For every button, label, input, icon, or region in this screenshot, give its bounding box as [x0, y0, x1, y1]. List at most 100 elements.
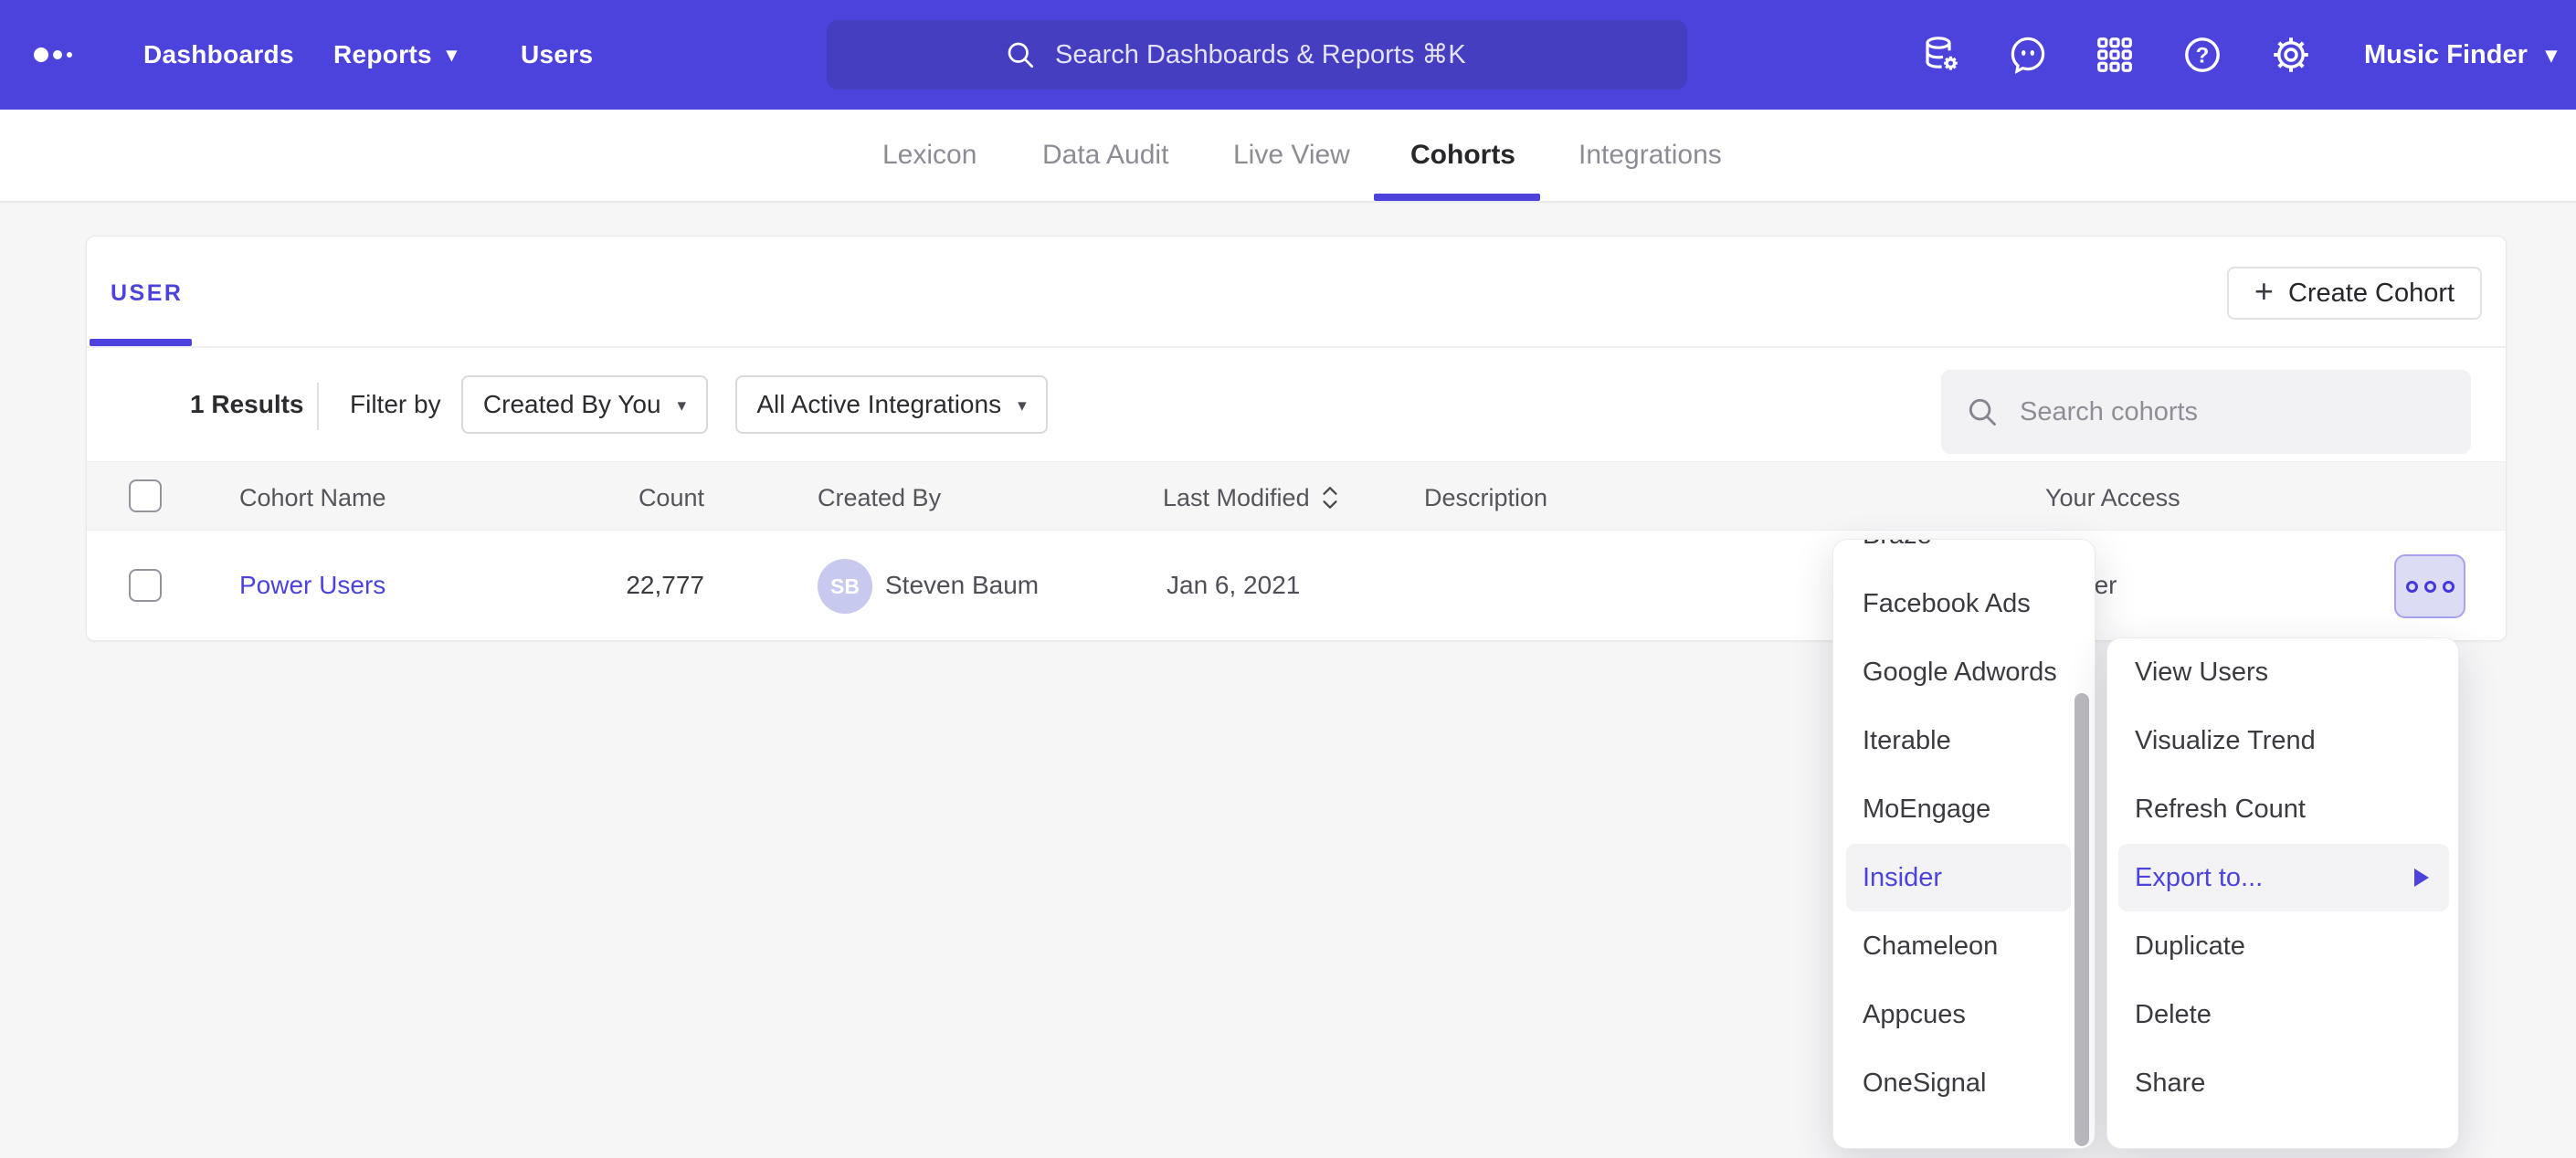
- search-icon: [1004, 38, 1037, 71]
- tab-label: Live View: [1233, 140, 1350, 171]
- logo-dot-icon: [67, 52, 72, 58]
- tab-user-cohorts[interactable]: USER: [111, 280, 183, 307]
- submenu-scrollbar[interactable]: [2075, 693, 2089, 1146]
- menu-item-visualize-trend[interactable]: Visualize Trend: [2118, 707, 2449, 774]
- submenu-item-chameleon[interactable]: Chameleon: [1846, 912, 2071, 980]
- feedback-button[interactable]: [1999, 0, 2057, 110]
- nav-link-label: Reports: [333, 40, 432, 69]
- col-created-by: Created By: [818, 484, 941, 512]
- menu-item-view-users[interactable]: View Users: [2118, 638, 2449, 706]
- chevron-down-icon: ▾: [447, 43, 457, 67]
- submenu-item-braze[interactable]: Braze: [1846, 539, 2071, 569]
- cohorts-card: USER + Create Cohort 1 Results Filter by…: [86, 236, 2507, 641]
- apps-grid-button[interactable]: [2085, 0, 2144, 110]
- integrations-filter-label: All Active Integrations: [756, 390, 1001, 419]
- created-by-filter-label: Created By You: [483, 390, 661, 419]
- tab-cohorts[interactable]: Cohorts: [1410, 110, 1515, 201]
- submenu-item-insider[interactable]: Insider: [1846, 844, 2071, 911]
- tab-label: Cohorts: [1410, 140, 1515, 171]
- cohort-search-input[interactable]: [2018, 396, 2471, 428]
- divider: [317, 383, 319, 430]
- tab-integrations[interactable]: Integrations: [1578, 110, 1722, 201]
- sort-icon[interactable]: [1320, 484, 1340, 511]
- tab-label: Integrations: [1578, 140, 1722, 171]
- last-modified-value: Jan 6, 2021: [1167, 571, 1300, 600]
- nav-link-dashboards[interactable]: Dashboards: [143, 0, 294, 110]
- col-count: Count: [598, 484, 704, 512]
- user-tab-underline: [90, 339, 192, 346]
- ellipsis-icon: [2406, 581, 2418, 593]
- top-nav: Dashboards Reports ▾ Users: [0, 0, 2576, 110]
- menu-item-delete[interactable]: Delete: [2118, 981, 2449, 1048]
- filter-by-label: Filter by: [350, 390, 441, 419]
- help-icon: ?: [2180, 33, 2224, 77]
- menu-item-label: Export to...: [2135, 863, 2263, 893]
- chevron-down-icon: ▾: [2546, 42, 2557, 68]
- tab-label: Data Audit: [1042, 140, 1168, 171]
- submenu-item-appcues[interactable]: Appcues: [1846, 981, 2071, 1048]
- database-gear-icon: [1919, 33, 1963, 77]
- help-button[interactable]: ?: [2173, 0, 2232, 110]
- submenu-item-facebook-ads[interactable]: Facebook Ads: [1846, 570, 2071, 637]
- chevron-down-icon: ▾: [1018, 395, 1027, 416]
- section-tabbar: Lexicon Data Audit Live View Cohorts Int…: [0, 110, 2576, 203]
- nav-link-label: Dashboards: [143, 40, 294, 69]
- gear-icon: [2269, 33, 2313, 77]
- divider: [87, 346, 2507, 348]
- submenu-item-moengage[interactable]: MoEngage: [1846, 775, 2071, 843]
- submenu-arrow-icon: [2414, 868, 2429, 887]
- submenu-item-onesignal[interactable]: OneSignal: [1846, 1049, 2071, 1117]
- tab-live-view[interactable]: Live View: [1233, 110, 1350, 201]
- logo-dot-icon: [34, 47, 48, 62]
- menu-item-share[interactable]: Share: [2118, 1049, 2449, 1117]
- settings-button[interactable]: [2262, 0, 2320, 110]
- export-submenu: Braze Facebook Ads Google Adwords Iterab…: [1832, 539, 2096, 1149]
- nav-link-label: Users: [521, 40, 593, 69]
- svg-text:?: ?: [2196, 43, 2210, 68]
- feedback-bubble-icon: [2006, 33, 2050, 77]
- nav-link-reports[interactable]: Reports ▾: [333, 0, 457, 110]
- integrations-filter[interactable]: All Active Integrations ▾: [735, 375, 1048, 434]
- global-search[interactable]: [827, 20, 1687, 89]
- plus-icon: +: [2254, 275, 2274, 308]
- nav-link-users[interactable]: Users: [521, 0, 593, 110]
- row-context-menu: View Users Visualize Trend Refresh Count…: [2106, 637, 2459, 1149]
- logo-dot-icon: [53, 50, 62, 59]
- created-by-value: Steven Baum: [885, 571, 1039, 600]
- chevron-down-icon: ▾: [678, 395, 687, 416]
- tab-data-audit[interactable]: Data Audit: [1042, 110, 1168, 201]
- cohorts-page: Dashboards Reports ▾ Users: [0, 0, 2576, 1158]
- row-more-button[interactable]: [2394, 554, 2465, 618]
- ellipsis-icon: [2443, 581, 2455, 593]
- project-name: Music Finder: [2364, 40, 2528, 70]
- cohort-search[interactable]: [1941, 370, 2471, 454]
- col-last-modified[interactable]: Last Modified: [1163, 484, 1310, 512]
- row-checkbox[interactable]: [129, 569, 162, 602]
- table-row: Power Users 22,777 SB Steven Baum Jan 6,…: [87, 531, 2507, 641]
- tab-label: Lexicon: [882, 140, 977, 171]
- table-header-row: Cohort Name Count Created By Last Modifi…: [87, 461, 2507, 531]
- active-tab-underline: [1374, 194, 1540, 201]
- menu-item-refresh-count[interactable]: Refresh Count: [2118, 775, 2449, 843]
- col-your-access: Your Access: [2045, 484, 2180, 512]
- search-icon: [1965, 395, 2000, 429]
- create-cohort-label: Create Cohort: [2288, 279, 2455, 309]
- submenu-item-iterable[interactable]: Iterable: [1846, 707, 2071, 774]
- tab-lexicon[interactable]: Lexicon: [882, 110, 977, 201]
- brand-logo[interactable]: [34, 0, 89, 110]
- avatar: SB: [818, 559, 872, 614]
- submenu-item-google-adwords[interactable]: Google Adwords: [1846, 638, 2071, 706]
- ellipsis-icon: [2424, 581, 2436, 593]
- grid-icon: [2094, 34, 2136, 76]
- cohort-name-link[interactable]: Power Users: [239, 571, 385, 600]
- menu-item-export-to[interactable]: Export to...: [2118, 844, 2449, 911]
- project-switcher[interactable]: Music Finder ▾: [2364, 0, 2557, 110]
- col-description: Description: [1424, 484, 1547, 512]
- menu-item-duplicate[interactable]: Duplicate: [2118, 912, 2449, 980]
- select-all-checkbox[interactable]: [129, 479, 162, 512]
- created-by-filter[interactable]: Created By You ▾: [461, 375, 708, 434]
- data-management-button[interactable]: [1912, 0, 1970, 110]
- global-search-input[interactable]: [1053, 39, 1510, 71]
- results-count: 1 Results: [190, 390, 304, 419]
- create-cohort-button[interactable]: + Create Cohort: [2227, 267, 2482, 320]
